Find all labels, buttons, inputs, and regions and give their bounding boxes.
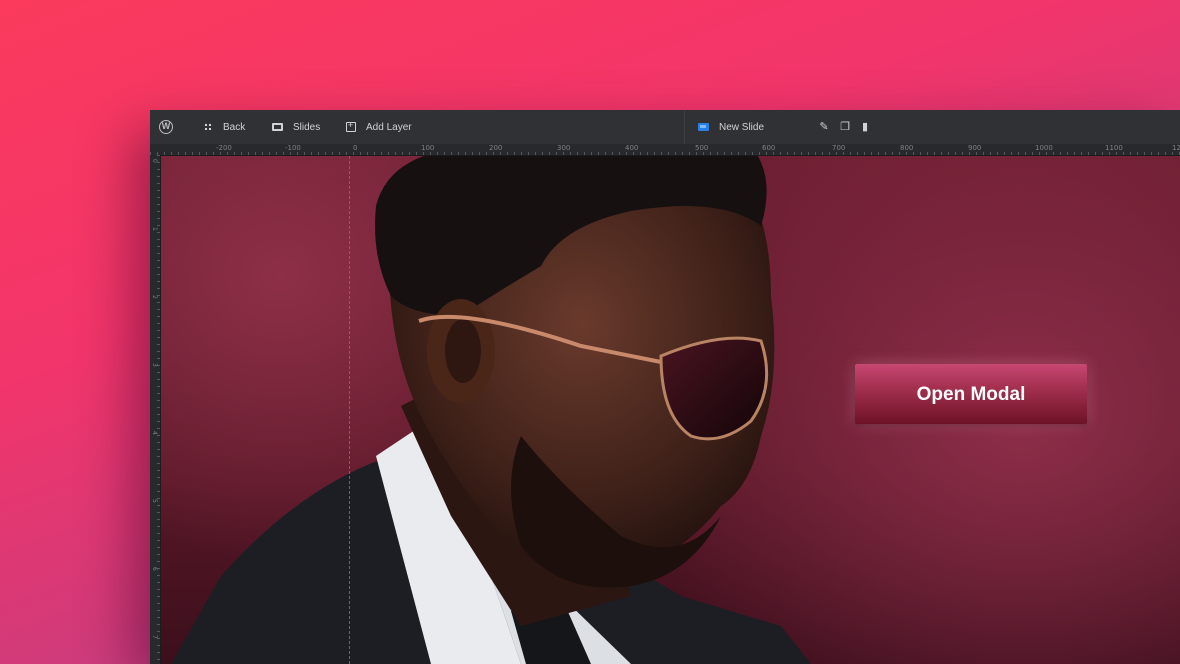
ruler-tick-label: 100 bbox=[421, 144, 435, 152]
slides-label: Slides bbox=[293, 121, 321, 133]
ruler-tick-label: 300 bbox=[557, 144, 571, 152]
ruler-tick-label: 6 bbox=[151, 567, 158, 571]
ruler-tick-label: 5 bbox=[151, 499, 158, 503]
ruler-tick-label: 4 bbox=[151, 431, 158, 435]
ruler-tick-label: 2 bbox=[151, 295, 158, 299]
pencil-icon[interactable]: ✎ bbox=[819, 122, 829, 133]
toolbar-divider bbox=[684, 110, 685, 144]
trash-icon[interactable]: ▮ bbox=[860, 122, 870, 133]
horizontal-ruler: -200 -100 0 100 200 300 400 500 600 700 … bbox=[150, 144, 1180, 156]
slider-editor-window: W Back Slides Add Layer New Slide ✎ ❐ ▮ … bbox=[150, 110, 1180, 664]
slides-icon bbox=[272, 123, 283, 131]
ruler-tick-label: 0 bbox=[353, 144, 358, 152]
new-slide-icon bbox=[698, 123, 709, 131]
ruler-tick-label: 0 bbox=[151, 159, 158, 163]
ruler-tick-label: 12 bbox=[1172, 144, 1180, 152]
ruler-tick-label: -200 bbox=[216, 144, 232, 152]
add-layer-button[interactable]: Add Layer bbox=[346, 110, 412, 144]
wordpress-icon[interactable]: W bbox=[159, 120, 173, 134]
grid-icon bbox=[204, 123, 213, 131]
ruler-tick-label: 400 bbox=[625, 144, 639, 152]
ruler-tick-label: 900 bbox=[968, 144, 982, 152]
editor-toolbar: W Back Slides Add Layer New Slide ✎ ❐ ▮ bbox=[150, 110, 1180, 144]
back-button[interactable]: Back bbox=[204, 110, 245, 144]
copy-icon[interactable]: ❐ bbox=[840, 122, 850, 133]
vertical-guide-line[interactable] bbox=[349, 156, 351, 664]
ruler-tick-label: 500 bbox=[695, 144, 709, 152]
new-slide-tab[interactable]: New Slide bbox=[698, 110, 764, 144]
ruler-tick-label: 1 bbox=[151, 227, 158, 231]
vertical-ruler: 0 1 2 3 4 5 6 7 bbox=[150, 155, 161, 664]
add-layer-icon bbox=[346, 120, 356, 132]
ruler-tick-label: 700 bbox=[832, 144, 846, 152]
back-label: Back bbox=[223, 121, 246, 133]
open-modal-button[interactable]: Open Modal bbox=[855, 364, 1087, 424]
ruler-tick-label: 7 bbox=[151, 635, 158, 639]
add-layer-label: Add Layer bbox=[366, 121, 412, 133]
ruler-tick-label: 200 bbox=[489, 144, 503, 152]
ruler-tick-label: 800 bbox=[900, 144, 914, 152]
ruler-tick-label: 3 bbox=[151, 363, 158, 367]
ruler-tick-label: 1000 bbox=[1035, 144, 1053, 152]
ruler-tick-label: -100 bbox=[285, 144, 301, 152]
ruler-tick-label: 1100 bbox=[1105, 144, 1123, 152]
slides-button[interactable]: Slides bbox=[272, 110, 320, 144]
new-slide-label: New Slide bbox=[719, 121, 765, 133]
slide-canvas[interactable]: Open Modal bbox=[161, 156, 1180, 664]
ruler-tick-label: 600 bbox=[762, 144, 776, 152]
